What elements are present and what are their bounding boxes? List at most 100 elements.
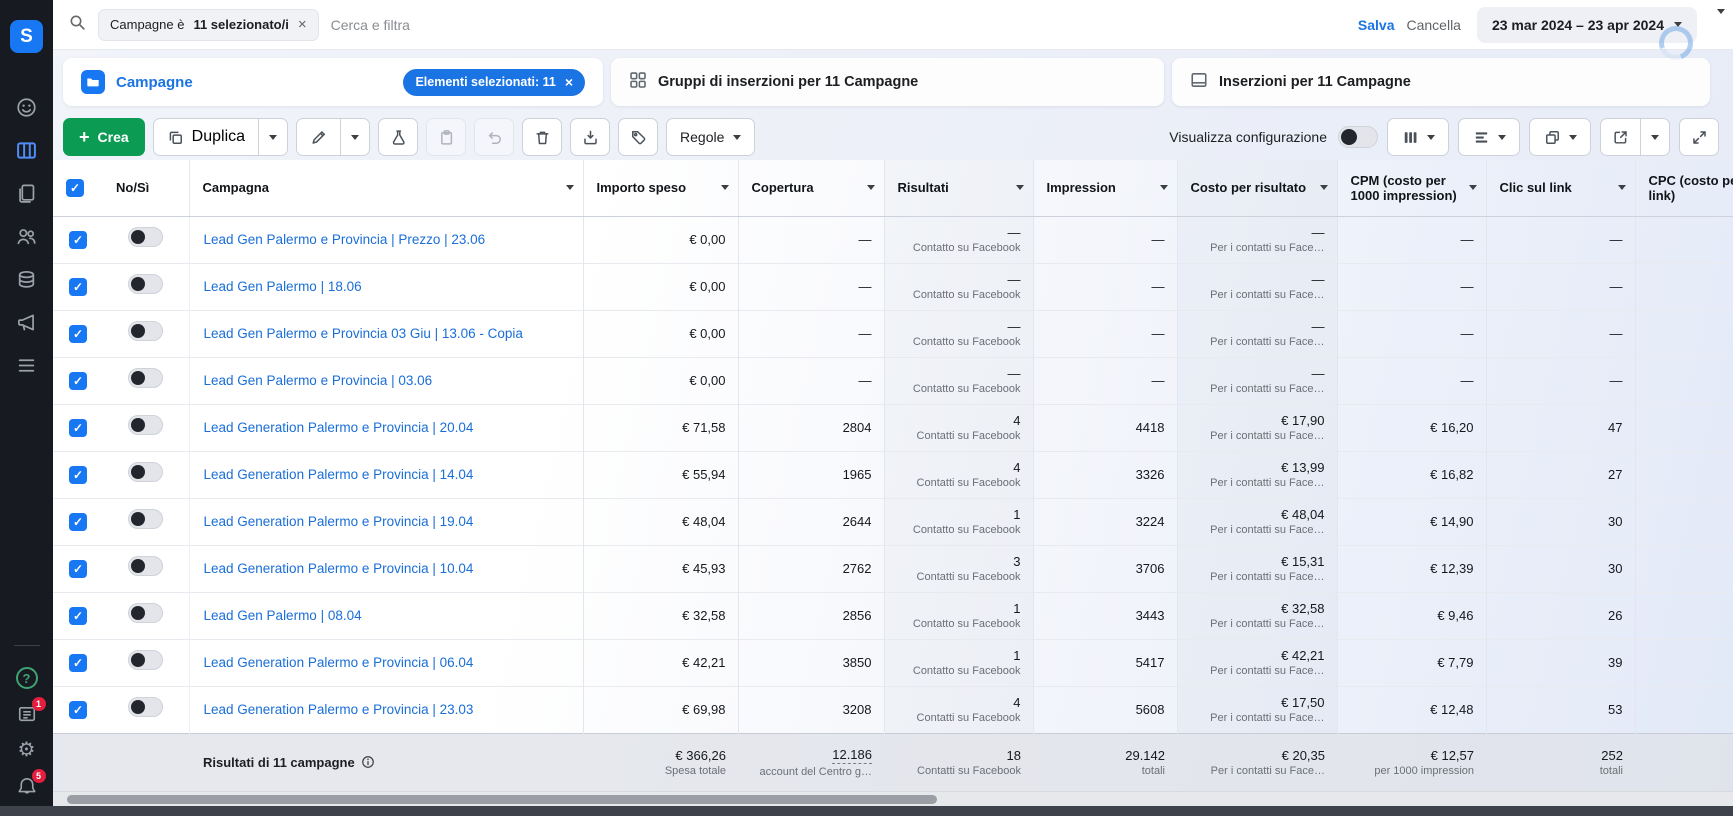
selected-items-chip[interactable]: Elementi selezionati: 11 × <box>403 69 585 96</box>
header-cost-per-result[interactable]: Costo per risultato <box>1177 160 1337 216</box>
campaign-name-link[interactable]: Lead Generation Palermo e Provincia | 20… <box>204 420 573 435</box>
header-cpc[interactable]: CPC (costo per clic sul link) <box>1635 160 1733 216</box>
pages-icon[interactable] <box>15 181 39 205</box>
info-icon[interactable] <box>361 755 375 769</box>
open-export-button[interactable] <box>1601 119 1640 155</box>
campaign-active-toggle[interactable] <box>128 227 163 247</box>
duplicate-menu-button[interactable] <box>258 119 287 155</box>
settings-gear-icon[interactable]: ⚙ <box>15 738 39 762</box>
undo-button[interactable] <box>474 118 514 156</box>
campaign-name-link[interactable]: Lead Gen Palermo | 08.04 <box>204 608 573 623</box>
audiences-icon[interactable] <box>15 224 39 248</box>
chevron-down-icon <box>1498 135 1506 140</box>
campaign-active-toggle[interactable] <box>128 697 163 717</box>
campaign-active-toggle[interactable] <box>128 321 163 341</box>
create-button[interactable]: + Crea <box>63 118 145 156</box>
campaign-active-toggle[interactable] <box>128 274 163 294</box>
header-cpm[interactable]: CPM (costo per 1000 impression) <box>1337 160 1486 216</box>
results-sublabel: Contatto su Facebook <box>897 524 1021 536</box>
notifications-bell-icon[interactable]: 5 <box>15 774 39 798</box>
horizontal-scrollbar-thumb[interactable] <box>67 795 937 804</box>
duplicate-button[interactable]: Duplica <box>154 119 258 155</box>
ab-test-button[interactable] <box>378 118 418 156</box>
reports-button[interactable] <box>1529 118 1591 156</box>
updates-icon[interactable]: 1 <box>15 702 39 726</box>
row-checkbox[interactable] <box>69 278 87 296</box>
selected-items-close-icon[interactable]: × <box>565 74 573 90</box>
tab-ads[interactable]: Inserzioni per 11 Campagne <box>1172 58 1710 106</box>
row-checkbox[interactable] <box>69 513 87 531</box>
tab-campaigns[interactable]: Campagne Elementi selezionati: 11 × <box>63 58 603 106</box>
expand-button[interactable] <box>1679 118 1719 156</box>
columns-button[interactable] <box>1387 118 1449 156</box>
results-sublabel: Contatti su Facebook <box>897 571 1021 583</box>
tab-adsets-label: Gruppi di inserzioni per 11 Campagne <box>658 74 918 90</box>
edit-menu-button[interactable] <box>340 119 369 155</box>
campaigns-table-icon[interactable] <box>15 138 39 162</box>
rules-button[interactable]: Regole <box>666 118 755 156</box>
date-range-picker[interactable]: 23 mar 2024 – 23 apr 2024 <box>1477 7 1697 43</box>
row-checkbox[interactable] <box>69 419 87 437</box>
tag-button[interactable] <box>618 118 658 156</box>
ads-megaphone-icon[interactable] <box>15 310 39 334</box>
menu-lines-icon[interactable] <box>15 353 39 377</box>
row-checkbox[interactable] <box>69 654 87 672</box>
row-checkbox[interactable] <box>69 466 87 484</box>
campaign-name-link[interactable]: Lead Generation Palermo e Provincia | 14… <box>204 467 573 482</box>
campaign-active-toggle[interactable] <box>128 415 163 435</box>
header-spent[interactable]: Importo speso <box>583 160 738 216</box>
sidebar: S <box>0 0 53 816</box>
campaign-active-toggle[interactable] <box>128 603 163 623</box>
paste-button[interactable] <box>426 118 466 156</box>
row-checkbox[interactable] <box>69 607 87 625</box>
row-checkbox[interactable] <box>69 372 87 390</box>
horizontal-scrollbar-track[interactable] <box>53 791 1733 807</box>
campaign-active-toggle[interactable] <box>128 462 163 482</box>
campaign-active-toggle[interactable] <box>128 556 163 576</box>
updates-badge: 1 <box>32 697 46 711</box>
campaign-name-link[interactable]: Lead Generation Palermo e Provincia | 06… <box>204 655 573 670</box>
export-tray-button[interactable] <box>570 118 610 156</box>
corner-chevron-icon[interactable] <box>1717 9 1725 14</box>
row-checkbox[interactable] <box>69 325 87 343</box>
topbar: Campagne è 11 selezionato/i × Cerca e fi… <box>53 0 1733 50</box>
billing-icon[interactable] <box>15 267 39 291</box>
header-campaign[interactable]: Campagna <box>189 160 583 216</box>
search-input[interactable]: Cerca e filtra <box>331 17 1346 33</box>
header-reach[interactable]: Copertura <box>738 160 884 216</box>
tab-adsets[interactable]: Gruppi di inserzioni per 11 Campagne <box>611 58 1164 106</box>
row-checkbox[interactable] <box>69 231 87 249</box>
campaign-name-link[interactable]: Lead Generation Palermo e Provincia | 10… <box>204 561 573 576</box>
business-avatar[interactable]: S <box>10 20 43 53</box>
cancel-filter-button[interactable]: Cancella <box>1406 17 1460 33</box>
total-reach[interactable]: 12.186 <box>832 747 872 764</box>
campaign-name-link[interactable]: Lead Gen Palermo | 18.06 <box>204 279 573 294</box>
header-impressions[interactable]: Impression <box>1033 160 1177 216</box>
help-icon[interactable]: ? <box>15 666 39 690</box>
header-results[interactable]: Risultati <box>884 160 1033 216</box>
filter-chip[interactable]: Campagne è 11 selezionato/i × <box>98 9 319 41</box>
campaign-name-link[interactable]: Lead Generation Palermo e Provincia | 23… <box>204 702 573 717</box>
export-menu-button[interactable] <box>1640 119 1669 155</box>
campaign-active-toggle[interactable] <box>128 650 163 670</box>
row-checkbox[interactable] <box>69 701 87 719</box>
edit-button[interactable] <box>297 119 340 155</box>
filter-chip-close-icon[interactable]: × <box>298 17 307 32</box>
header-link-clicks[interactable]: Clic sul link <box>1486 160 1635 216</box>
campaign-name-link[interactable]: Lead Generation Palermo e Provincia | 19… <box>204 514 573 529</box>
campaign-name-link[interactable]: Lead Gen Palermo e Provincia | 03.06 <box>204 373 573 388</box>
account-overview-icon[interactable] <box>15 95 39 119</box>
table-row: Lead Generation Palermo e Provincia | 19… <box>53 498 1733 545</box>
view-setup-toggle[interactable] <box>1338 126 1378 148</box>
cost-per-result-sublabel: Per i contatti su Face… <box>1190 430 1325 442</box>
row-checkbox[interactable] <box>69 560 87 578</box>
campaign-name-link[interactable]: Lead Gen Palermo e Provincia | Prezzo | … <box>204 232 573 247</box>
campaign-active-toggle[interactable] <box>128 368 163 388</box>
delete-button[interactable] <box>522 118 562 156</box>
campaign-active-toggle[interactable] <box>128 509 163 529</box>
save-filter-button[interactable]: Salva <box>1358 17 1395 33</box>
cpm-value: € 9,46 <box>1350 608 1474 623</box>
breakdown-button[interactable] <box>1458 118 1520 156</box>
select-all-checkbox[interactable] <box>66 179 84 197</box>
campaign-name-link[interactable]: Lead Gen Palermo e Provincia 03 Giu | 13… <box>204 326 573 341</box>
